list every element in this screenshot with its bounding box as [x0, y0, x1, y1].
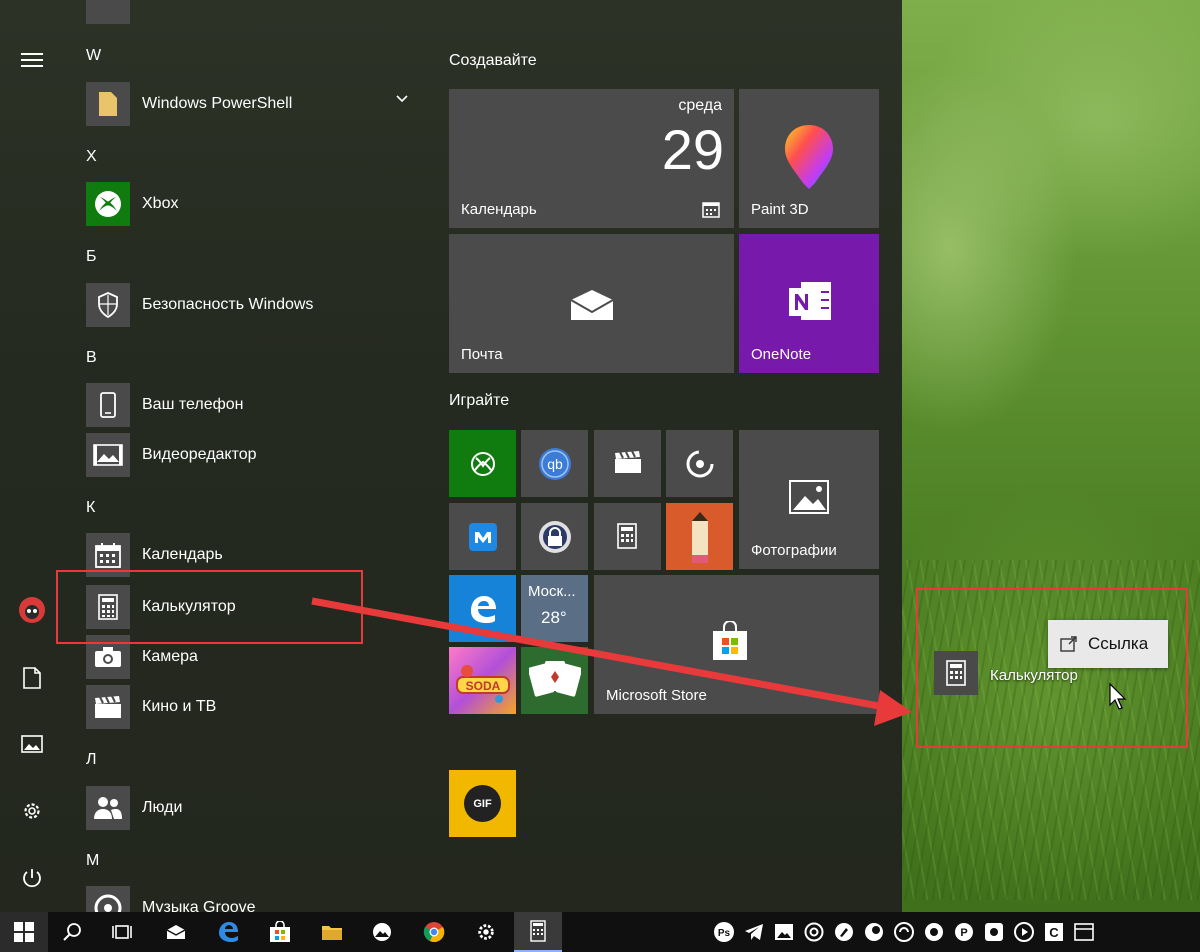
drag-tooltip-text: Ссылка: [1088, 634, 1149, 653]
folder-icon: [322, 926, 342, 940]
search-icon: [63, 923, 81, 941]
taskbar-photos-app[interactable]: [358, 912, 406, 952]
taskbar: Ps P C: [0, 912, 1200, 952]
chrome-icon: [423, 922, 445, 942]
drag-arrow-head: [874, 690, 912, 726]
tray-app-10[interactable]: [982, 920, 1006, 944]
start-button[interactable]: [0, 912, 48, 952]
taskbar-store[interactable]: [256, 912, 304, 952]
tray-media-player[interactable]: [1012, 920, 1036, 944]
tray-app-7[interactable]: [892, 920, 916, 944]
taskbar-mail[interactable]: [152, 912, 200, 952]
svg-text:P: P: [960, 927, 967, 939]
taskbar-calculator[interactable]: [514, 912, 562, 952]
mail-icon: [166, 925, 186, 939]
tray-picsart[interactable]: P: [952, 920, 976, 944]
tray-telegram[interactable]: [742, 920, 766, 944]
desktop-shortcut-calculator[interactable]: [934, 651, 978, 695]
taskbar-file-explorer[interactable]: [308, 912, 356, 952]
tray-paint-brush[interactable]: [832, 920, 856, 944]
svg-text:C: C: [1049, 925, 1059, 940]
taskbar-edge[interactable]: [204, 912, 252, 952]
drag-tooltip-link: Ссылка: [1048, 620, 1168, 668]
taskbar-chrome[interactable]: [410, 912, 458, 952]
tray-photoshop[interactable]: Ps: [712, 920, 736, 944]
picsart-icon: P: [955, 923, 973, 941]
play-icon: [1014, 922, 1034, 942]
ccleaner-icon: C: [1045, 923, 1063, 941]
calculator-icon: [530, 920, 546, 942]
store-bag-icon: [270, 921, 290, 942]
drag-arrow: [311, 597, 912, 726]
drag-arrow-line: [311, 597, 891, 712]
window-icon: [1074, 923, 1094, 941]
steering-icon: [925, 923, 943, 941]
tray-window[interactable]: [1072, 920, 1096, 944]
pictures-icon: [775, 924, 793, 940]
tray-ccleaner[interactable]: C: [1042, 920, 1066, 944]
swirl-icon: [894, 922, 914, 942]
mouse-cursor-icon: [1109, 682, 1127, 710]
task-view-icon: [112, 925, 132, 939]
chrome-outline-icon: [804, 922, 824, 942]
shortcut-arrow-icon: [1060, 636, 1077, 652]
tray-pictures[interactable]: [772, 920, 796, 944]
task-view-button[interactable]: [98, 912, 146, 952]
gear-icon: [478, 924, 494, 940]
edge-icon: [219, 922, 238, 942]
telegram-icon: [745, 924, 763, 940]
brush-icon: [835, 923, 853, 941]
taskbar-settings[interactable]: [462, 912, 510, 952]
circle-app-icon: [865, 923, 883, 941]
tray-chrome-outline[interactable]: [802, 920, 826, 944]
desktop-shortcut-label: Калькулятор: [990, 667, 1078, 684]
taskbar-search-button[interactable]: [48, 912, 96, 952]
windows-logo-icon: [14, 922, 34, 942]
photoshop-icon: Ps: [714, 922, 734, 942]
tray-app-8[interactable]: [922, 920, 946, 944]
landscape-icon: [373, 923, 391, 941]
tray-app-6[interactable]: [862, 920, 886, 944]
calculator-icon: [946, 660, 966, 686]
square-app-icon: [985, 923, 1003, 941]
svg-text:Ps: Ps: [718, 928, 731, 939]
